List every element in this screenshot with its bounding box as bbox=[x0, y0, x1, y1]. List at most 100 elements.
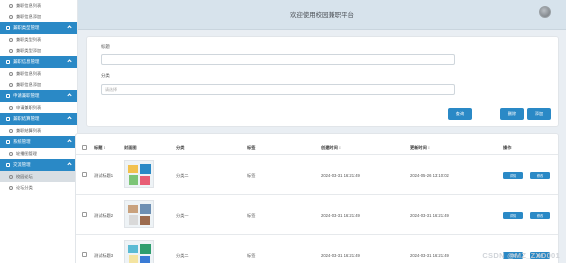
sidebar-group-8[interactable]: 申请兼职管理 bbox=[0, 90, 77, 102]
header-created[interactable]: 创建时间 ↕ bbox=[321, 145, 341, 151]
category-select[interactable]: 请选择 bbox=[101, 84, 455, 95]
sidebar-group-2[interactable]: 兼职类型管理 bbox=[0, 22, 77, 34]
header-updated[interactable]: 更新时间 ↕ bbox=[410, 145, 430, 151]
cell-updated: 2024-03-31 16:21:49 bbox=[410, 213, 449, 218]
detail-button[interactable]: 详情 bbox=[503, 172, 523, 179]
cell-tag: 标签 bbox=[247, 253, 256, 258]
cover-image[interactable] bbox=[124, 160, 154, 188]
avatar[interactable] bbox=[539, 6, 551, 18]
sidebar-item-0[interactable]: 兼职信息列表 bbox=[0, 0, 77, 11]
cell-created: 2024-03-31 16:21:49 bbox=[321, 213, 360, 218]
menu-item-icon bbox=[9, 48, 13, 53]
sidebar-item-label: 校园论坛 bbox=[16, 173, 33, 179]
menu-item-icon bbox=[9, 82, 13, 87]
delete-button[interactable]: 删除 bbox=[500, 108, 524, 120]
header-tag: 标签 bbox=[247, 145, 256, 150]
cell-created: 2024-03-31 16:21:49 bbox=[321, 173, 360, 178]
sidebar-item-4[interactable]: 兼职类型添加 bbox=[0, 45, 77, 56]
sidebar-item-label: 兼职类型列表 bbox=[16, 36, 42, 42]
cell-title: 测试标题1 bbox=[94, 173, 114, 178]
sidebar-item-15[interactable]: 校园论坛 bbox=[0, 171, 77, 182]
sidebar-item-label: 兼职信息列表 bbox=[16, 70, 42, 76]
add-button[interactable]: 添加 bbox=[527, 108, 551, 120]
table-row: 测试标题2 分类一 标签 2024-03-31 16:21:49 2024-03-31 … bbox=[76, 194, 558, 234]
cell-created: 2024-03-31 16:21:49 bbox=[321, 253, 360, 258]
row-checkbox[interactable] bbox=[82, 212, 87, 217]
sidebar-item-6[interactable]: 兼职信息列表 bbox=[0, 68, 77, 79]
sidebar-item-label: 兼职类型添加 bbox=[16, 47, 42, 53]
sidebar-group-14[interactable]: 交流管理 bbox=[0, 159, 77, 171]
sidebar-item-13[interactable]: 轮播图管理 bbox=[0, 148, 77, 159]
sidebar-item-16[interactable]: 论坛分类 bbox=[0, 182, 77, 193]
sidebar-item-1[interactable]: 兼职信息添加 bbox=[0, 11, 77, 22]
sidebar-item-11[interactable]: 兼职结算列表 bbox=[0, 125, 77, 136]
header-category: 分类 bbox=[176, 145, 185, 150]
menu-group-icon bbox=[6, 140, 10, 144]
sidebar-item-label: 兼职结算列表 bbox=[16, 127, 42, 133]
row-checkbox[interactable] bbox=[82, 252, 87, 257]
menu-item-icon bbox=[9, 37, 13, 42]
search-button[interactable]: 查询 bbox=[448, 108, 472, 120]
category-label: 分类 bbox=[101, 73, 110, 78]
sidebar-group-label: 交流管理 bbox=[13, 162, 31, 167]
menu-group-icon bbox=[6, 163, 10, 167]
sidebar-item-label: 申请兼职列表 bbox=[16, 104, 42, 110]
cover-image[interactable] bbox=[124, 200, 154, 228]
title-input[interactable] bbox=[101, 54, 455, 65]
cell-tag: 标签 bbox=[247, 173, 256, 178]
table-row: 测试标题1 分类二 标签 2024-03-31 16:21:49 2024-05-26 … bbox=[76, 154, 558, 194]
sidebar-item-3[interactable]: 兼职类型列表 bbox=[0, 34, 77, 45]
chevron-up-icon bbox=[67, 25, 72, 30]
cell-title: 测试标题2 bbox=[94, 213, 114, 218]
header-cover: 封面图 bbox=[124, 145, 137, 150]
sidebar-item-7[interactable]: 兼职信息添加 bbox=[0, 79, 77, 90]
search-panel: 标题 分类 请选择 查询 删除 添加 bbox=[86, 36, 559, 127]
chevron-up-icon bbox=[67, 116, 72, 121]
chevron-up-icon bbox=[67, 162, 72, 167]
cell-category: 分类一 bbox=[176, 213, 189, 218]
menu-group-icon bbox=[6, 94, 10, 98]
data-table: 标题 ↕ 封面图 分类 标签 创建时间 ↕ 更新时间 ↕ 操作 测试标题1 分类二… bbox=[75, 133, 559, 263]
cell-category: 分类二 bbox=[176, 253, 189, 258]
cover-image[interactable] bbox=[124, 240, 154, 263]
header-actions: 操作 bbox=[503, 145, 512, 150]
menu-item-icon bbox=[9, 185, 13, 190]
menu-item-icon bbox=[9, 105, 13, 110]
sidebar-item-9[interactable]: 申请兼职列表 bbox=[0, 102, 77, 113]
menu-item-icon bbox=[9, 71, 13, 76]
row-checkbox[interactable] bbox=[82, 172, 87, 177]
edit-button[interactable]: 修改 bbox=[530, 212, 550, 219]
edit-button[interactable]: 修改 bbox=[530, 172, 550, 179]
cell-title: 测试标题3 bbox=[94, 253, 114, 258]
menu-item-icon bbox=[9, 174, 13, 179]
menu-item-icon bbox=[9, 151, 13, 156]
menu-item-icon bbox=[9, 3, 13, 8]
sidebar-group-10[interactable]: 兼职结算管理 bbox=[0, 113, 77, 125]
chevron-up-icon bbox=[67, 93, 72, 98]
menu-group-icon bbox=[6, 26, 10, 30]
sidebar-group-label: 兼职信息管理 bbox=[13, 59, 40, 64]
sidebar-item-label: 兼职信息添加 bbox=[16, 13, 42, 19]
sidebar-group-label: 申请兼职管理 bbox=[13, 93, 40, 98]
sidebar-item-label: 兼职信息列表 bbox=[16, 2, 42, 8]
sidebar-group-label: 兼职类型管理 bbox=[13, 25, 40, 30]
cell-category: 分类二 bbox=[176, 173, 189, 178]
chevron-up-icon bbox=[67, 139, 72, 144]
sidebar-group-5[interactable]: 兼职信息管理 bbox=[0, 56, 77, 68]
sidebar-group-label: 兼职结算管理 bbox=[13, 116, 40, 121]
header-title[interactable]: 标题 ↕ bbox=[94, 145, 106, 151]
top-header: 欢迎使用校园兼职平台 bbox=[78, 0, 566, 30]
page-title: 欢迎使用校园兼职平台 bbox=[290, 12, 354, 19]
chevron-up-icon bbox=[67, 59, 72, 64]
sidebar-item-label: 兼职信息添加 bbox=[16, 81, 42, 87]
menu-item-icon bbox=[9, 128, 13, 133]
menu-group-icon bbox=[6, 117, 10, 121]
sidebar-item-label: 轮播图管理 bbox=[16, 150, 37, 156]
detail-button[interactable]: 详情 bbox=[503, 212, 523, 219]
cell-updated: 2024-05-26 13:10:02 bbox=[410, 173, 449, 178]
select-all-checkbox[interactable] bbox=[82, 145, 87, 150]
sidebar-group-label: 系统管理 bbox=[13, 139, 31, 144]
sidebar-group-12[interactable]: 系统管理 bbox=[0, 136, 77, 148]
cell-tag: 标签 bbox=[247, 213, 256, 218]
watermark: CSDN @MZ_ZXD001 bbox=[482, 251, 560, 260]
